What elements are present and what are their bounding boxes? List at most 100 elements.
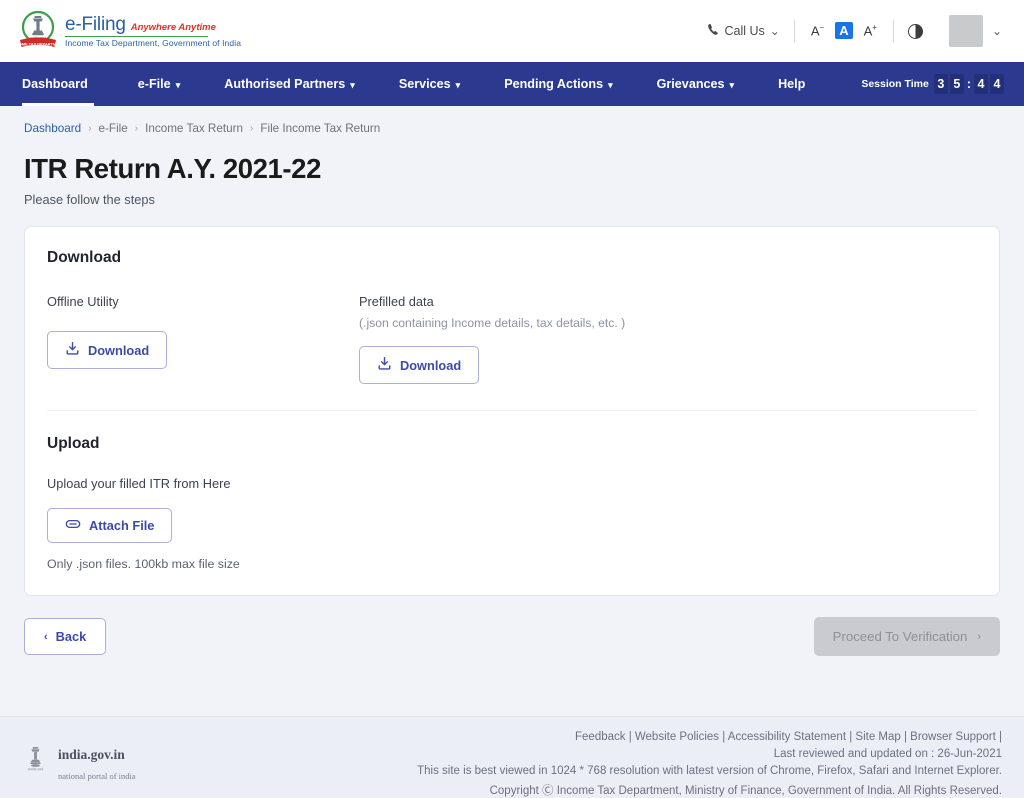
user-account-menu[interactable]: ⌄ <box>937 15 1006 47</box>
session-timer-digits: 3 5 : 4 4 <box>933 74 1004 94</box>
main-navigation: Dashboard e-File ▾ Authorised Partners ▾… <box>0 62 1024 106</box>
page-footer: सत्यमेव जयते india.gov.in national porta… <box>0 716 1024 798</box>
india-gov-title: india.gov.in <box>58 746 125 762</box>
india-emblem-icon: सत्यमेव जयते INCOME TAX DEPARTMENT <box>12 10 65 52</box>
chevron-down-icon: ⌄ <box>991 24 1002 38</box>
brand-tagline: Anywhere Anytime <box>130 22 216 34</box>
session-digit: 3 <box>933 74 948 94</box>
breadcrumb-item-efile[interactable]: e-File <box>99 122 128 135</box>
footer-links[interactable]: Feedback | Website Policies | Accessibil… <box>417 731 1002 743</box>
download-icon <box>65 341 80 359</box>
download-offline-utility-button[interactable]: Download <box>47 331 168 369</box>
efiling-page: सत्यमेव जयते INCOME TAX DEPARTMENT e-Fil… <box>0 0 1024 798</box>
nav-label: e-File <box>137 77 171 91</box>
paperclip-icon <box>65 518 81 533</box>
breadcrumb-separator: › <box>250 123 254 134</box>
session-timer-label: Session Time <box>861 78 929 90</box>
phone-icon <box>707 23 720 39</box>
session-digit: 4 <box>990 74 1004 94</box>
nav-label: Grievances <box>656 77 725 91</box>
upload-instruction-label: Upload your filled ITR from Here <box>47 476 231 491</box>
chevron-down-icon: ▾ <box>175 79 181 90</box>
attach-file-button[interactable]: Attach File <box>47 508 173 543</box>
page-subtitle: Please follow the steps <box>24 192 155 207</box>
top-header-bar: सत्यमेव जयते INCOME TAX DEPARTMENT e-Fil… <box>0 0 1024 62</box>
india-gov-subtitle: national portal of india <box>58 770 136 781</box>
font-decrease-button[interactable]: A− <box>809 22 826 39</box>
avatar <box>948 15 983 47</box>
call-us-button[interactable]: Call Us ⌄ <box>693 23 794 39</box>
india-gov-text: india.gov.in national portal of india <box>58 745 136 785</box>
nav-item-services[interactable]: Services ▾ <box>377 62 482 106</box>
nav-label: Services <box>398 77 451 91</box>
nav-label: Authorised Partners <box>224 77 346 91</box>
svg-text:INCOME TAX DEPARTMENT: INCOME TAX DEPARTMENT <box>18 41 58 46</box>
back-button[interactable]: ‹ Back <box>24 618 107 655</box>
breadcrumb-item-dashboard[interactable]: Dashboard <box>24 122 81 135</box>
main-content: Dashboard › e-File › Income Tax Return ›… <box>0 106 1024 716</box>
font-size-controls: A− A A+ <box>795 22 893 40</box>
india-gov-logo[interactable]: सत्यमेव जयते india.gov.in national porta… <box>22 731 136 798</box>
breadcrumb-separator: › <box>88 123 92 134</box>
breadcrumb: Dashboard › e-File › Income Tax Return ›… <box>24 106 1000 135</box>
footer-info: Feedback | Website Policies | Accessibil… <box>417 731 1002 798</box>
download-prefilled-data-button[interactable]: Download <box>359 346 480 384</box>
prefilled-data-hint: (.json containing Income details, tax de… <box>359 316 626 330</box>
back-button-label: Back <box>55 629 87 644</box>
brand-title: e-Filing <box>65 14 126 36</box>
prefilled-data-label: Prefilled data <box>359 294 434 309</box>
upload-section: Upload Upload your filled ITR from Here … <box>47 435 977 571</box>
contrast-toggle-button[interactable] <box>894 23 937 39</box>
chevron-right-icon: › <box>977 630 981 643</box>
footer-last-reviewed: Last reviewed and updated on : 26-Jun-20… <box>773 748 1002 760</box>
session-timer: Session Time 3 5 : 4 4 <box>861 62 1024 106</box>
chevron-down-icon: ▾ <box>350 79 355 90</box>
download-section-title: Download <box>47 249 122 266</box>
font-increase-button[interactable]: A+ <box>862 22 879 39</box>
brand-department: Income Tax Department, Government of Ind… <box>65 38 242 49</box>
nav-item-grievances[interactable]: Grievances ▾ <box>635 62 756 106</box>
page-title: ITR Return A.Y. 2021-22 <box>24 153 321 184</box>
prefilled-data-block: Prefilled data (.json containing Income … <box>359 294 625 384</box>
section-divider <box>47 410 977 411</box>
upload-section-title: Upload <box>47 435 100 452</box>
offline-utility-label: Offline Utility <box>47 294 119 309</box>
brand-text-block: e-Filing Anywhere Anytime Income Tax Dep… <box>65 14 241 48</box>
nav-item-authorised-partners[interactable]: Authorised Partners ▾ <box>202 62 377 106</box>
steps-card: Download Offline Utility Download Prefil… <box>24 226 1000 596</box>
ashoka-emblem-icon: सत्यमेव जयते <box>22 745 49 784</box>
font-normal-button[interactable]: A <box>835 22 853 40</box>
footer-best-viewed: This site is best viewed in 1024 * 768 r… <box>417 765 1002 777</box>
contrast-icon <box>907 23 923 39</box>
download-button-label: Download <box>400 357 462 373</box>
session-digit: 5 <box>949 74 964 94</box>
download-button-label: Download <box>88 342 150 358</box>
breadcrumb-separator: › <box>134 123 139 134</box>
chevron-left-icon: ‹ <box>44 630 48 643</box>
nav-label: Pending Actions <box>504 77 604 91</box>
call-us-label: Call Us <box>724 24 765 38</box>
svg-text:सत्यमेव जयते: सत्यमेव जयते <box>28 768 44 772</box>
download-icon <box>377 356 392 374</box>
offline-utility-block: Offline Utility Download <box>47 294 359 384</box>
nav-label: Dashboard <box>22 77 88 91</box>
chevron-down-icon: ▾ <box>729 79 735 90</box>
proceed-to-verification-button[interactable]: Proceed To Verification › <box>813 617 1000 656</box>
plus-sign: + <box>872 23 877 33</box>
nav-label: Help <box>778 77 806 91</box>
breadcrumb-item-file-income-tax-return: File Income Tax Return <box>260 122 381 135</box>
nav-item-efile[interactable]: e-File ▾ <box>116 62 202 106</box>
nav-item-dashboard[interactable]: Dashboard <box>22 62 116 106</box>
brand-logo[interactable]: सत्यमेव जयते INCOME TAX DEPARTMENT e-Fil… <box>12 10 241 52</box>
breadcrumb-item-income-tax-return[interactable]: Income Tax Return <box>145 122 243 135</box>
header-utilities: Call Us ⌄ A− A A+ ⌄ <box>693 15 1007 47</box>
brand-rule <box>65 35 208 38</box>
chevron-down-icon: ▾ <box>608 79 613 90</box>
download-options-row: Offline Utility Download Prefilled data … <box>47 294 977 384</box>
nav-item-pending-actions[interactable]: Pending Actions ▾ <box>482 62 634 106</box>
attach-file-label: Attach File <box>89 518 155 533</box>
nav-item-help[interactable]: Help <box>756 62 827 106</box>
chevron-down-icon: ⌄ <box>769 24 780 38</box>
footer-copyright: Copyright Ⓒ Income Tax Department, Minis… <box>489 785 1002 797</box>
page-actions: ‹ Back Proceed To Verification › <box>24 617 1000 656</box>
